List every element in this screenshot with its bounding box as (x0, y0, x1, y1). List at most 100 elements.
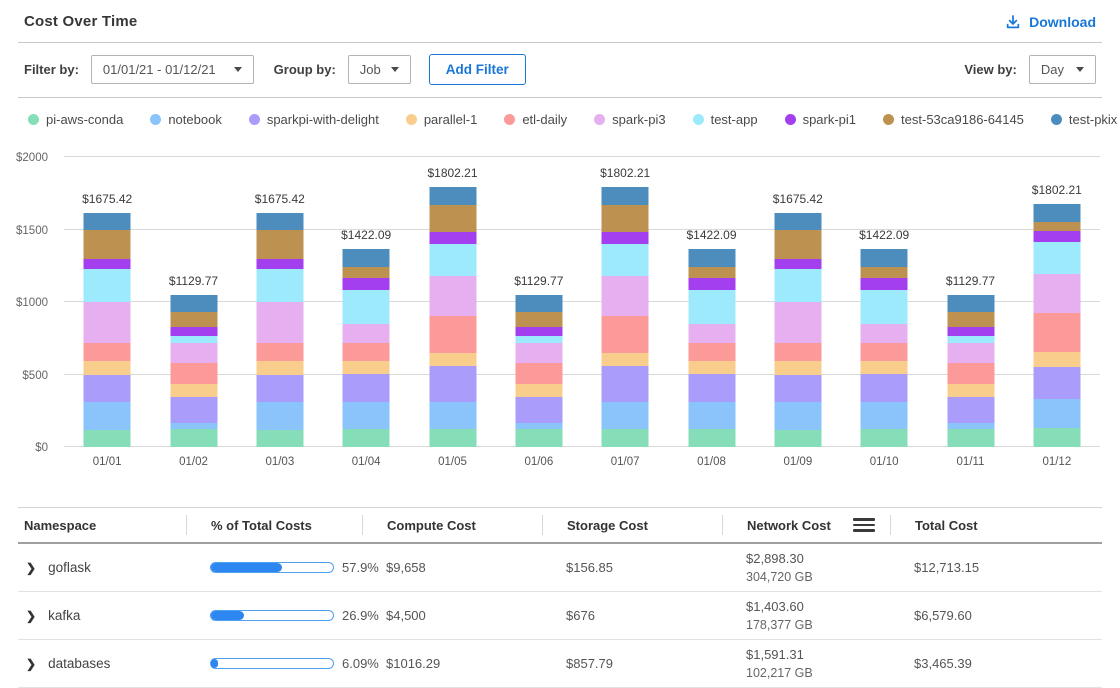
bar-segment-spark-pi3[interactable] (84, 302, 131, 343)
bar-segment-spark-pi3[interactable] (947, 343, 994, 363)
bar-segment-spark-pi1[interactable] (861, 278, 908, 291)
row-expander-icon[interactable]: ❯ (26, 609, 36, 623)
bar-segment-test-53ca9186-64145[interactable] (515, 312, 562, 327)
bar-segment-etl-daily[interactable] (688, 343, 735, 362)
bar-segment-sparkpi-with-delight[interactable] (774, 375, 821, 402)
bar-01/07[interactable] (602, 187, 649, 447)
bar-01/12[interactable] (1033, 204, 1080, 447)
bar-segment-test-app[interactable] (947, 336, 994, 343)
bar-segment-test-app[interactable] (256, 269, 303, 301)
bar-01/03[interactable] (256, 213, 303, 447)
bar-segment-sparkpi-with-delight[interactable] (947, 397, 994, 423)
bar-segment-test-app[interactable] (1033, 242, 1080, 273)
bar-segment-sparkpi-with-delight[interactable] (170, 397, 217, 423)
bar-01/11[interactable] (947, 295, 994, 447)
view-by-select[interactable]: Day (1029, 55, 1096, 84)
bar-segment-pi-aws-conda[interactable] (84, 430, 131, 448)
bar-segment-test-pkix[interactable] (84, 213, 131, 229)
bar-segment-notebook[interactable] (602, 402, 649, 429)
bar-segment-parallel-1[interactable] (774, 361, 821, 375)
bar-segment-etl-daily[interactable] (170, 363, 217, 384)
bar-01/10[interactable] (861, 249, 908, 447)
bar-segment-test-53ca9186-64145[interactable] (602, 205, 649, 232)
legend-item-spark-pi1[interactable]: spark-pi1 (785, 112, 856, 127)
bar-segment-notebook[interactable] (861, 402, 908, 429)
bar-segment-notebook[interactable] (774, 402, 821, 429)
bar-segment-parallel-1[interactable] (170, 384, 217, 398)
bar-segment-test-53ca9186-64145[interactable] (947, 312, 994, 327)
bar-segment-pi-aws-conda[interactable] (688, 429, 735, 447)
bar-segment-notebook[interactable] (84, 402, 131, 429)
bar-segment-spark-pi1[interactable] (602, 232, 649, 244)
bar-segment-sparkpi-with-delight[interactable] (861, 374, 908, 402)
bar-01/04[interactable] (343, 249, 390, 447)
bar-segment-parallel-1[interactable] (688, 361, 735, 374)
bar-segment-pi-aws-conda[interactable] (343, 429, 390, 447)
bar-segment-notebook[interactable] (256, 402, 303, 429)
bar-segment-pi-aws-conda[interactable] (256, 430, 303, 448)
bar-segment-pi-aws-conda[interactable] (1033, 428, 1080, 447)
add-filter-button[interactable]: Add Filter (429, 54, 526, 85)
bar-segment-test-pkix[interactable] (256, 213, 303, 229)
table-row-kafka[interactable]: ❯kafka26.9%$4,500$676$1,403.60178,377 GB… (18, 592, 1102, 640)
bar-01/09[interactable] (774, 213, 821, 447)
bar-segment-spark-pi1[interactable] (429, 232, 476, 244)
bar-segment-test-53ca9186-64145[interactable] (343, 267, 390, 278)
bar-segment-notebook[interactable] (1033, 399, 1080, 428)
bar-segment-test-app[interactable] (515, 336, 562, 343)
bar-segment-etl-daily[interactable] (84, 343, 131, 362)
bar-segment-spark-pi3[interactable] (515, 343, 562, 363)
bar-segment-test-app[interactable] (343, 290, 390, 323)
bar-segment-etl-daily[interactable] (256, 343, 303, 362)
bar-segment-test-53ca9186-64145[interactable] (256, 230, 303, 260)
bar-segment-etl-daily[interactable] (947, 363, 994, 384)
bar-segment-notebook[interactable] (947, 423, 994, 430)
bar-segment-test-pkix[interactable] (602, 187, 649, 205)
bar-segment-test-app[interactable] (861, 290, 908, 323)
bar-segment-test-53ca9186-64145[interactable] (861, 267, 908, 278)
bar-segment-test-pkix[interactable] (774, 213, 821, 229)
legend-item-notebook[interactable]: notebook (150, 112, 222, 127)
bar-segment-sparkpi-with-delight[interactable] (602, 366, 649, 402)
bar-segment-parallel-1[interactable] (602, 353, 649, 366)
bar-segment-sparkpi-with-delight[interactable] (1033, 367, 1080, 399)
bar-segment-parallel-1[interactable] (84, 361, 131, 375)
bar-segment-spark-pi1[interactable] (84, 259, 131, 269)
bar-segment-test-pkix[interactable] (947, 295, 994, 312)
bar-segment-etl-daily[interactable] (861, 343, 908, 362)
bar-segment-etl-daily[interactable] (343, 343, 390, 362)
bar-segment-test-app[interactable] (84, 269, 131, 301)
bar-segment-test-app[interactable] (774, 269, 821, 301)
bar-segment-parallel-1[interactable] (256, 361, 303, 375)
row-expander-icon[interactable]: ❯ (26, 561, 36, 575)
bar-segment-spark-pi1[interactable] (515, 327, 562, 336)
bar-01/01[interactable] (84, 213, 131, 447)
bar-segment-pi-aws-conda[interactable] (515, 429, 562, 447)
bar-segment-etl-daily[interactable] (602, 316, 649, 353)
bar-segment-spark-pi3[interactable] (170, 343, 217, 363)
bar-segment-notebook[interactable] (429, 402, 476, 429)
bar-segment-spark-pi3[interactable] (343, 324, 390, 343)
bar-segment-sparkpi-with-delight[interactable] (429, 366, 476, 402)
bar-segment-parallel-1[interactable] (429, 353, 476, 366)
bar-segment-spark-pi1[interactable] (688, 278, 735, 291)
bar-segment-test-53ca9186-64145[interactable] (84, 230, 131, 260)
bar-segment-pi-aws-conda[interactable] (170, 429, 217, 447)
bar-segment-test-53ca9186-64145[interactable] (688, 267, 735, 278)
bar-01/02[interactable] (170, 295, 217, 447)
bar-segment-parallel-1[interactable] (343, 361, 390, 374)
download-button[interactable]: Download (1005, 14, 1096, 30)
bar-segment-test-pkix[interactable] (170, 295, 217, 312)
table-row-databases[interactable]: ❯databases6.09%$1016.29$857.79$1,591.311… (18, 640, 1102, 688)
bar-segment-parallel-1[interactable] (1033, 352, 1080, 367)
bar-segment-spark-pi3[interactable] (256, 302, 303, 343)
bar-segment-etl-daily[interactable] (1033, 313, 1080, 352)
bar-segment-test-53ca9186-64145[interactable] (429, 205, 476, 232)
bar-segment-spark-pi3[interactable] (688, 324, 735, 343)
bar-01/08[interactable] (688, 249, 735, 447)
legend-item-etl-daily[interactable]: etl-daily (504, 112, 567, 127)
bar-segment-sparkpi-with-delight[interactable] (84, 375, 131, 402)
legend-item-test-53ca9186-64145[interactable]: test-53ca9186-64145 (883, 112, 1024, 127)
bar-segment-pi-aws-conda[interactable] (947, 429, 994, 447)
bar-segment-test-53ca9186-64145[interactable] (1033, 222, 1080, 231)
